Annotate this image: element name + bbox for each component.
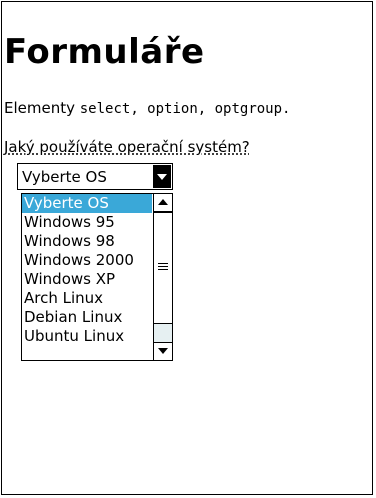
option-ubuntu-linux[interactable]: Ubuntu Linux xyxy=(22,327,152,346)
option-vyberte-os[interactable]: Vyberte OS xyxy=(22,194,152,213)
option-windows-95[interactable]: Windows 95 xyxy=(22,213,152,232)
option-windows-xp[interactable]: Windows XP xyxy=(22,270,152,289)
dropdown-arrow-icon[interactable] xyxy=(153,165,171,188)
option-windows-2000[interactable]: Windows 2000 xyxy=(22,251,152,270)
page-title: Formuláře xyxy=(4,32,205,72)
description-text: Elementy xyxy=(4,99,80,117)
option-debian-linux[interactable]: Debian Linux xyxy=(22,308,152,327)
scroll-thumb[interactable] xyxy=(154,212,172,324)
scroll-up-arrow-icon[interactable] xyxy=(154,194,172,212)
os-options-list[interactable]: Vyberte OS Windows 95 Windows 98 Windows… xyxy=(21,193,173,361)
os-question-label: Jaký používáte operační systém? xyxy=(4,138,250,156)
option-windows-98[interactable]: Windows 98 xyxy=(22,232,152,251)
scroll-down-arrow-icon[interactable] xyxy=(154,342,172,360)
os-select[interactable]: Vyberte OS xyxy=(17,163,173,190)
os-select-value: Vyberte OS xyxy=(22,168,107,186)
list-scrollbar[interactable] xyxy=(153,194,172,360)
description-code: select, option, optgroup. xyxy=(79,101,291,117)
page-description: Elementy select, option, optgroup. xyxy=(4,98,290,119)
grip-icon xyxy=(158,263,168,270)
option-arch-linux[interactable]: Arch Linux xyxy=(22,289,152,308)
